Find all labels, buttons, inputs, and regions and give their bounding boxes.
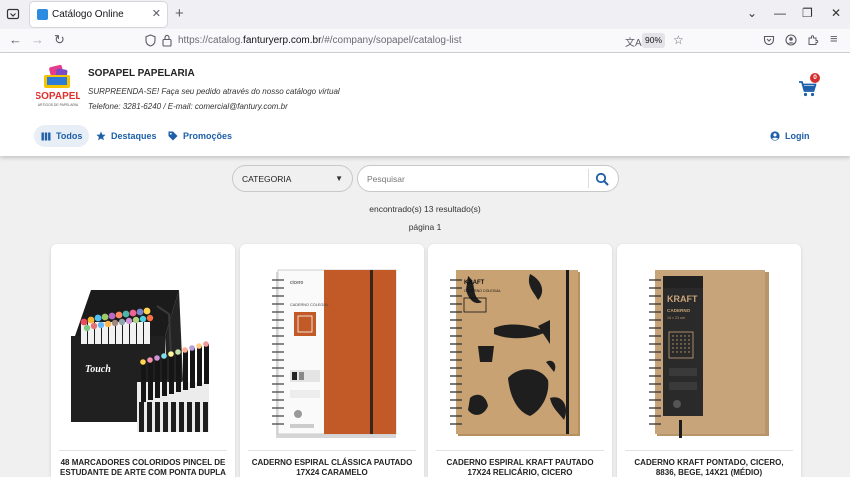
store-tagline: SURPREENDA-SE! Faça seu pedido através d… <box>88 87 340 96</box>
tab-overflow-icon[interactable]: ⌄ <box>747 6 757 20</box>
pocket-icon[interactable] <box>763 34 775 46</box>
columns-icon <box>41 132 51 140</box>
card-divider <box>436 450 604 451</box>
menu-destaques[interactable]: Destaques <box>89 125 164 147</box>
reload-icon[interactable]: ↻ <box>54 33 65 47</box>
close-tab-icon[interactable]: ✕ <box>152 8 161 20</box>
search-input[interactable]: Pesquisar <box>357 165 619 192</box>
lock-icon[interactable] <box>162 34 172 47</box>
product-card[interactable]: KRAFT CADERNO COLEGIAL CADERNO ESPIRAL K… <box>428 244 612 477</box>
product-title: CADERNO ESPIRAL CLÁSSICA PAUTADO 17X24 C… <box>251 458 413 477</box>
svg-text:cicero: cicero <box>290 280 304 286</box>
site-header: SOPAPEL ARTIGOS DE PAPELARIA SOPAPEL PAP… <box>0 53 850 156</box>
store-contact: Telefone: 3281-6240 / E-mail: comercial@… <box>88 102 288 111</box>
account-icon[interactable] <box>785 34 797 46</box>
forward-icon[interactable]: → <box>31 33 44 47</box>
new-tab-icon[interactable]: + <box>175 6 184 21</box>
login-label: Login <box>785 131 810 141</box>
card-divider <box>59 450 227 451</box>
browser-tab-bar: Catálogo Online ✕ + ⌄ — ❐ ✕ <box>0 0 850 29</box>
page-indicator: página 1 <box>408 222 442 232</box>
svg-text:KRAFT: KRAFT <box>667 294 698 304</box>
results-count: encontrado(s) 13 resultado(s) <box>369 204 481 214</box>
card-divider <box>248 450 416 451</box>
search-placeholder: Pesquisar <box>367 174 405 184</box>
category-select[interactable]: CATEGORIA ▼ <box>232 165 353 192</box>
svg-text:CADERNO COLEGIAL: CADERNO COLEGIAL <box>464 289 501 293</box>
shield-icon[interactable] <box>145 34 156 47</box>
star-icon <box>96 131 106 141</box>
translate-icon[interactable]: 文A <box>625 34 642 49</box>
tab-title: Catálogo Online <box>52 9 124 20</box>
tab-list-icon[interactable] <box>6 7 20 21</box>
svg-text:SOPAPEL: SOPAPEL <box>36 91 80 102</box>
store-logo: SOPAPEL ARTIGOS DE PAPELARIA <box>36 64 80 107</box>
extensions-icon[interactable] <box>807 34 819 46</box>
back-icon[interactable]: ← <box>9 33 22 47</box>
svg-text:KRAFT: KRAFT <box>464 280 485 286</box>
search-icon[interactable] <box>593 171 611 187</box>
zoom-level[interactable]: 90% <box>642 33 665 48</box>
close-window-icon[interactable]: ✕ <box>831 6 841 20</box>
svg-text:CADERNO COLEGIAL: CADERNO COLEGIAL <box>290 303 329 307</box>
menu-promocoes[interactable]: Promoções <box>161 125 239 147</box>
chevron-down-icon: ▼ <box>335 174 343 183</box>
svg-text:14 × 21 cm: 14 × 21 cm <box>667 316 685 320</box>
menu-promocoes-label: Promoções <box>183 131 233 141</box>
browser-tab[interactable]: Catálogo Online ✕ <box>30 2 167 27</box>
cart-count-badge: 0 <box>810 73 820 83</box>
product-image: Touch <box>71 290 209 432</box>
product-title: CADERNO KRAFT PONTADO, CICERO, 8836, BEG… <box>634 458 784 477</box>
store-name: SOPAPEL PAPELARIA <box>88 68 195 79</box>
product-image: cicero CADERNO COLEGIAL <box>272 269 397 438</box>
minimize-icon[interactable]: — <box>774 6 786 20</box>
product-card[interactable]: Touch 48 MARCADORES COLORIDOS PINCEL DE … <box>51 244 235 477</box>
svg-text:CADERNO: CADERNO <box>667 308 691 313</box>
svg-text:Touch: Touch <box>85 364 111 375</box>
svg-text:ARTIGOS DE PAPELARIA: ARTIGOS DE PAPELARIA <box>38 103 79 107</box>
address-bar[interactable]: https://catalog.fanturyerp.com.br/#/comp… <box>135 31 695 51</box>
menu-todos-label: Todos <box>56 131 83 141</box>
tag-icon <box>168 131 178 141</box>
browser-nav-bar: ← → ↻ https://catalog.fanturyerp.com.br/… <box>0 29 850 53</box>
product-image: KRAFT CADERNO COLEGIAL <box>450 270 580 436</box>
url-text: https://catalog.fanturyerp.com.br/#/comp… <box>178 35 462 46</box>
menu-todos[interactable]: Todos <box>34 125 90 147</box>
bookmark-star-icon[interactable]: ☆ <box>673 33 684 47</box>
product-title: 48 MARCADORES COLORIDOS PINCEL DE ESTUDA… <box>60 458 226 477</box>
favicon-icon <box>37 9 48 20</box>
category-select-value: CATEGORIA <box>242 174 292 184</box>
menu-icon[interactable]: ≡ <box>830 32 838 45</box>
product-card[interactable]: cicero CADERNO COLEGIAL CADERNO ESPIRAL … <box>240 244 424 477</box>
menu-destaques-label: Destaques <box>111 131 157 141</box>
card-divider <box>625 450 793 451</box>
login-button[interactable]: Login <box>770 126 810 146</box>
account-circle-icon <box>770 131 780 141</box>
product-card[interactable]: KRAFT CADERNO 14 × 21 cm CADERNO KRAFT P… <box>617 244 801 477</box>
maximize-icon[interactable]: ❐ <box>802 6 813 20</box>
product-title: CADERNO ESPIRAL KRAFT PAUTADO 17X24 RELI… <box>446 458 594 477</box>
product-image: KRAFT CADERNO 14 × 21 cm <box>649 270 769 438</box>
search-divider <box>588 169 589 188</box>
